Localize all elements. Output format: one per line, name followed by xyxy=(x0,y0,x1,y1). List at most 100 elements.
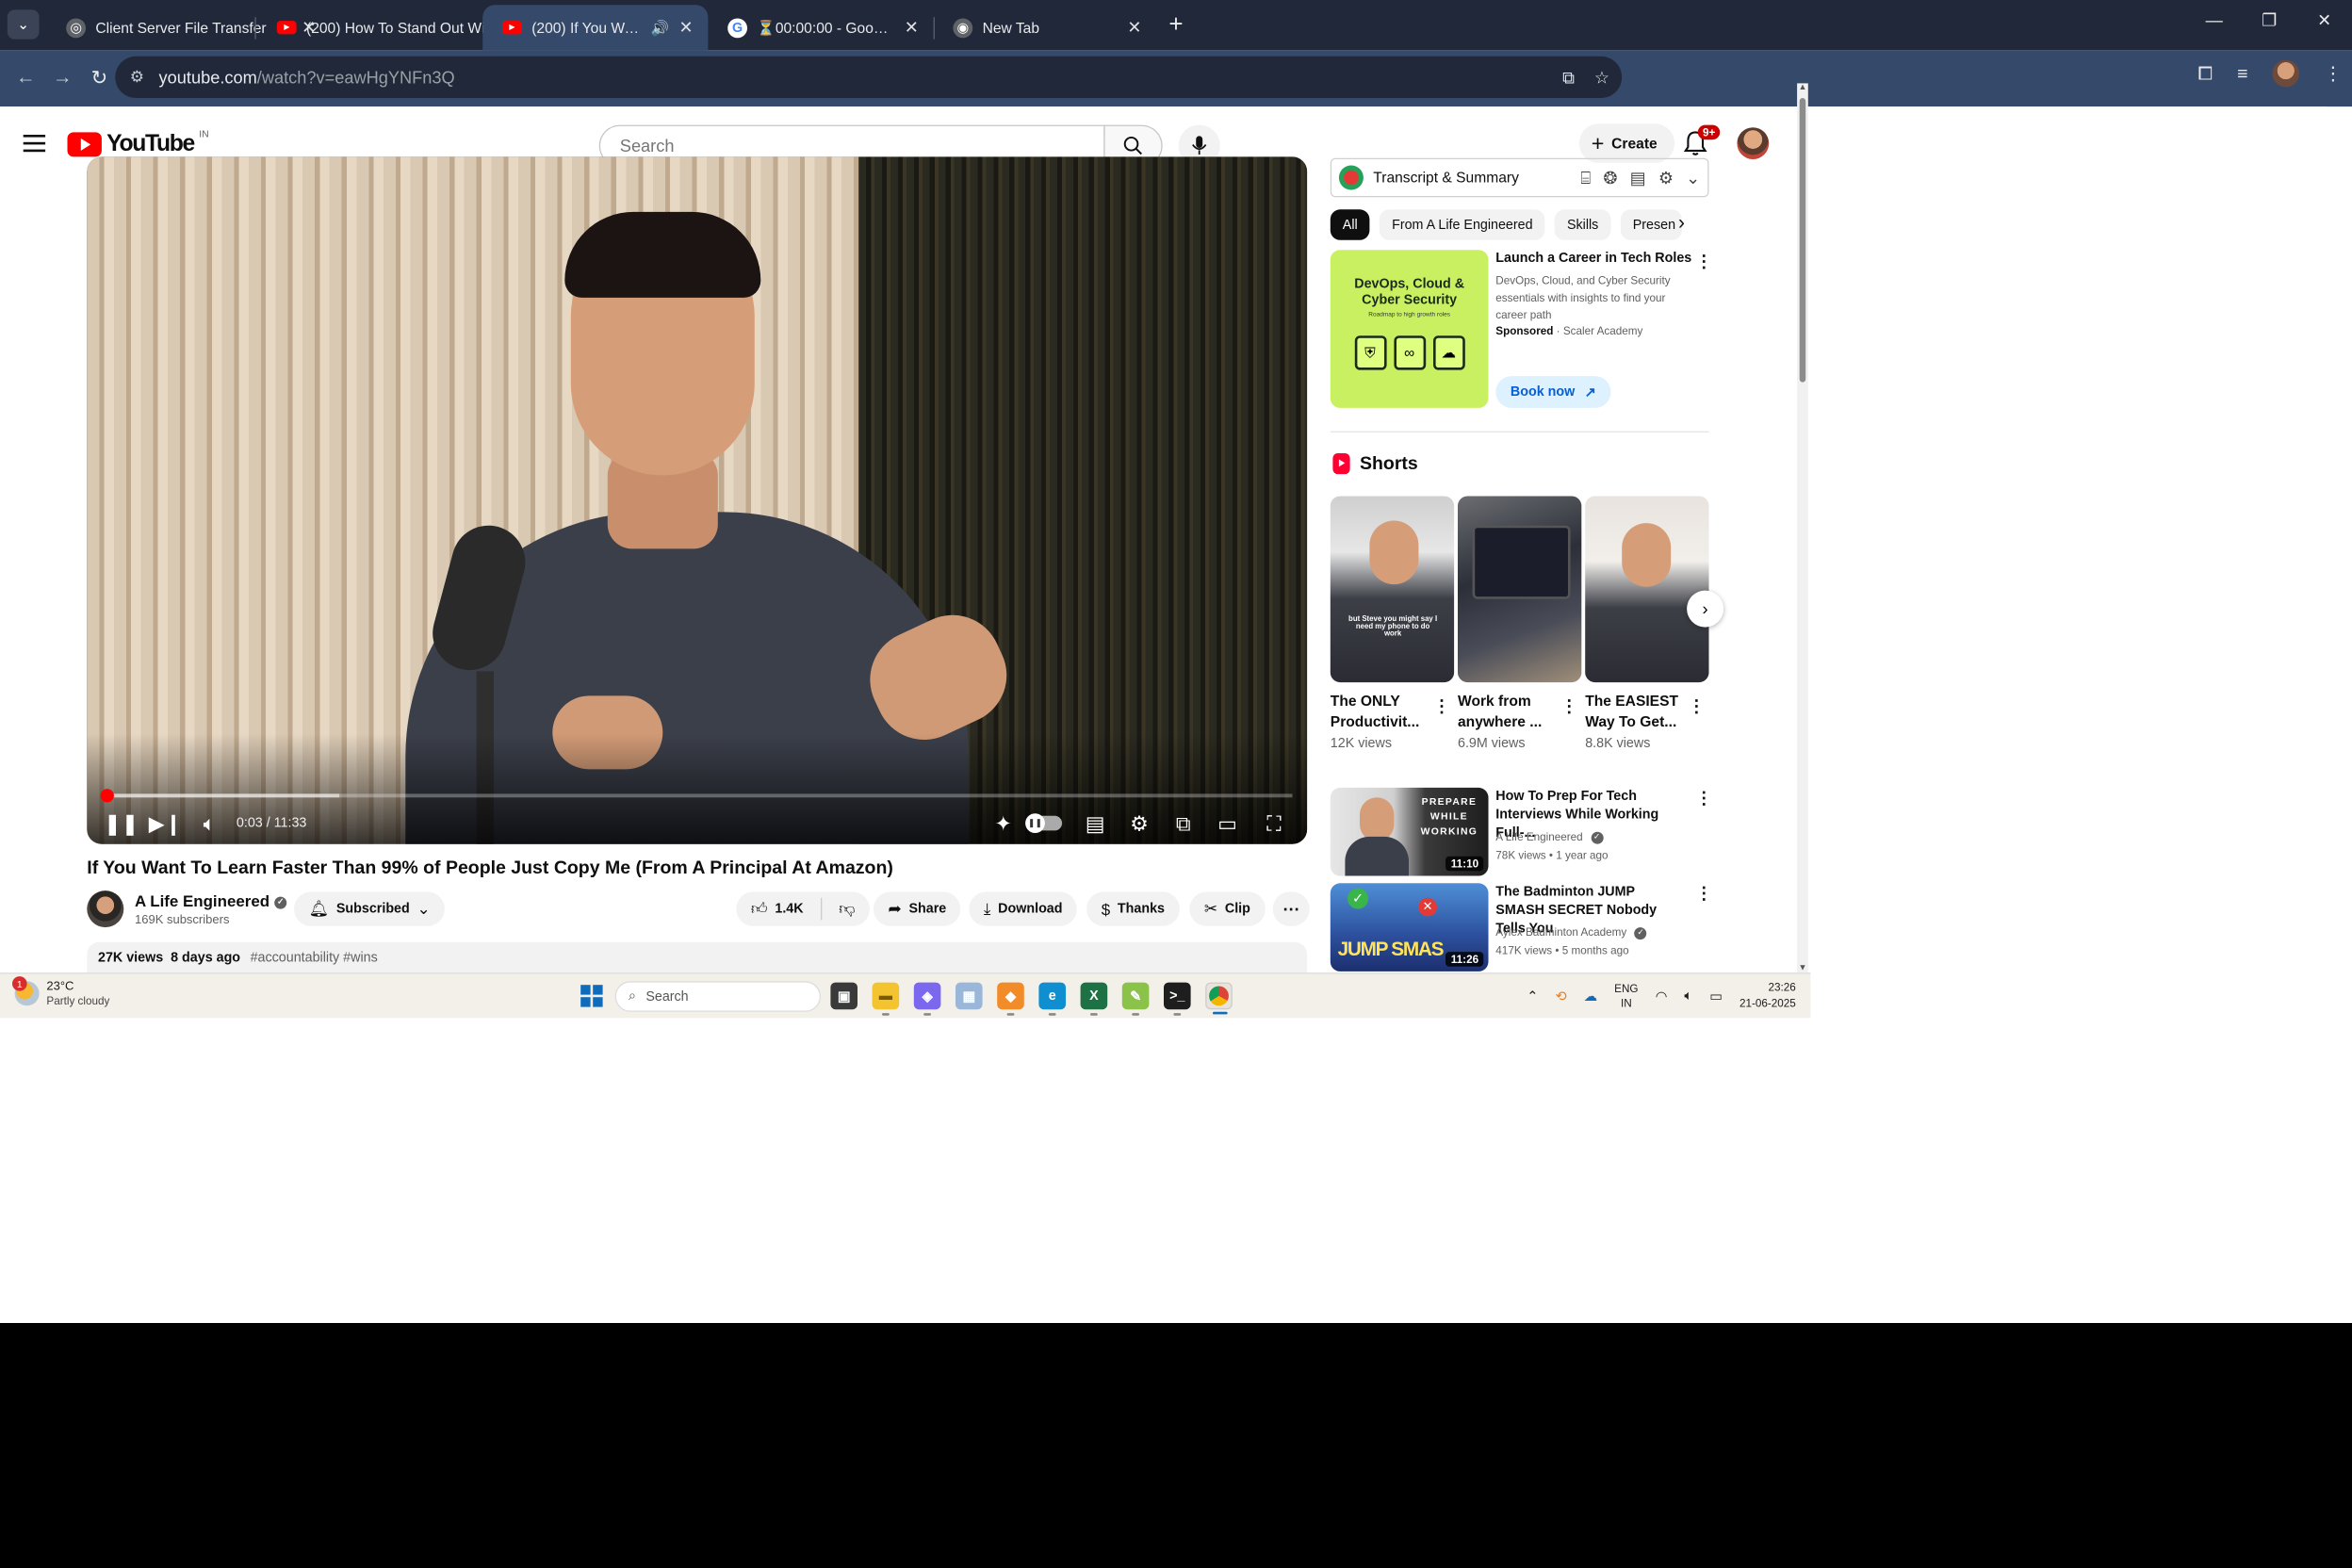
video-thumbnail[interactable]: ✓ ✕ JUMP SMAS 11:26 xyxy=(1330,883,1489,972)
scrubber-handle[interactable] xyxy=(100,789,114,803)
progress-bar[interactable] xyxy=(100,789,1293,803)
thumbs-down-icon[interactable]: 👎︎ xyxy=(839,899,855,919)
chip-from-channel[interactable]: From A Life Engineered xyxy=(1380,209,1545,240)
menu-kebab-icon[interactable]: ⋮ xyxy=(2324,62,2343,85)
short-menu-kebab-icon[interactable]: ⋮ xyxy=(1560,695,1577,716)
chip-presentation[interactable]: Presen xyxy=(1620,209,1682,240)
account-avatar[interactable] xyxy=(1737,127,1770,159)
thumbs-up-icon[interactable]: 👍︎ xyxy=(751,899,768,919)
settings-gear-icon[interactable]: ⚙ xyxy=(1658,167,1674,188)
autoplay-toggle[interactable]: ❚❚ xyxy=(1025,813,1063,833)
task-view-icon[interactable]: ▣ xyxy=(830,982,858,1010)
back-icon[interactable]: ← xyxy=(8,60,44,97)
close-tab-icon[interactable]: ✕ xyxy=(679,17,694,38)
hashtags[interactable]: #accountability #wins xyxy=(251,951,378,966)
tray-app-icon[interactable]: ⟲ xyxy=(1555,988,1566,1004)
page-scrollbar[interactable]: ▲ ▼ xyxy=(1797,83,1808,972)
input-language[interactable]: ENG IN xyxy=(1614,981,1638,1010)
recommendation-channel[interactable]: Aylex Badminton Academy ✓ xyxy=(1495,926,1647,939)
close-tab-icon[interactable]: ✕ xyxy=(905,17,919,38)
reload-icon[interactable]: ↻ xyxy=(81,60,118,97)
recommendation-channel[interactable]: A Life Engineered ✓ xyxy=(1495,830,1604,844)
openai-icon[interactable]: ❂ xyxy=(1603,167,1617,188)
chrome-icon[interactable] xyxy=(1205,982,1233,1015)
forward-icon[interactable]: → xyxy=(44,60,81,97)
excel-icon[interactable]: X xyxy=(1080,982,1108,1016)
tab-google-search[interactable]: G ⏳00:00:00 - Google Search ✕ xyxy=(708,5,933,50)
chevron-right-icon[interactable]: › xyxy=(1678,213,1685,235)
ad-menu-kebab-icon[interactable]: ⋮ xyxy=(1695,252,1712,272)
video-thumbnail[interactable]: PREPARE WHILE WORKING 11:10 xyxy=(1330,787,1489,876)
taskbar-search[interactable]: ⌕ Search xyxy=(614,981,821,1012)
site-info-icon[interactable]: ⚙ xyxy=(130,68,144,88)
ad-title[interactable]: Launch a Career in Tech Roles xyxy=(1495,252,1691,267)
weather-widget[interactable]: 1 23°C Partly cloudy xyxy=(12,976,110,1007)
close-window-icon[interactable]: ✕ xyxy=(2297,0,2352,40)
share-button[interactable]: ➦ Share xyxy=(873,891,961,926)
bookmark-star-icon[interactable]: ☆ xyxy=(1594,67,1609,88)
speaker-icon[interactable]: 🔈︎ xyxy=(1684,988,1692,1004)
channel-name-block[interactable]: A Life Engineered ✓ xyxy=(135,891,287,910)
audio-playing-icon[interactable]: 🔊 xyxy=(651,19,669,36)
channel-avatar[interactable] xyxy=(87,890,124,928)
short-menu-kebab-icon[interactable]: ⋮ xyxy=(1433,695,1450,716)
sublime-app-icon[interactable]: ◆ xyxy=(997,982,1024,1016)
book-now-button[interactable]: Book now ↗ xyxy=(1495,376,1611,408)
youtube-logo[interactable]: YouTube IN xyxy=(67,128,209,158)
tab-youtube-learn-faster[interactable]: ▶ (200) If You Want To Learn F 🔊 ✕ xyxy=(482,5,709,51)
short-title[interactable]: The ONLY Productivit... xyxy=(1331,691,1429,732)
short-thumbnail[interactable]: but Steve you might say I need my phone … xyxy=(1330,496,1455,683)
profile-avatar[interactable] xyxy=(2272,59,2300,88)
theater-mode-icon[interactable]: ▭ xyxy=(1212,809,1244,839)
chevron-down-icon[interactable]: ⌄ xyxy=(1686,167,1700,188)
file-explorer-icon[interactable]: ▬ xyxy=(872,982,900,1016)
minimize-icon[interactable]: — xyxy=(2187,0,2243,40)
scroll-up-arrow-icon[interactable]: ▲ xyxy=(1797,83,1808,91)
clip-button[interactable]: ✂ Clip xyxy=(1189,891,1266,926)
volume-icon[interactable]: 🔈︎ xyxy=(195,809,224,839)
calculator-app-icon[interactable]: ▦ xyxy=(955,982,983,1010)
tab-search-button[interactable]: ⌄ xyxy=(7,9,40,40)
new-tab-button[interactable]: + xyxy=(1159,8,1193,41)
short-thumbnail[interactable] xyxy=(1458,496,1582,683)
tab-new-tab[interactable]: ◉ New Tab ✕ xyxy=(934,5,1157,50)
chevron-right-icon[interactable]: › xyxy=(1687,590,1724,628)
windows-start-icon[interactable] xyxy=(580,985,603,1007)
like-count[interactable]: 1.4K xyxy=(775,902,803,917)
pause-icon[interactable]: ❚❚ xyxy=(104,809,139,839)
recommendation-menu-kebab-icon[interactable]: ⋮ xyxy=(1695,788,1712,808)
chip-skills[interactable]: Skills xyxy=(1554,209,1611,240)
short-title[interactable]: The EASIEST Way To Get... xyxy=(1585,691,1683,732)
short-thumbnail[interactable] xyxy=(1585,496,1709,683)
close-tab-icon[interactable]: ✕ xyxy=(1127,17,1141,38)
install-app-icon[interactable]: ⧉ xyxy=(1562,67,1575,88)
extensions-icon[interactable]: ⧠ xyxy=(2197,63,2213,84)
onedrive-cloud-icon[interactable]: ☁ xyxy=(1584,988,1597,1004)
notifications-button[interactable]: 9+ xyxy=(1683,124,1721,159)
channel-name[interactable]: A Life Engineered xyxy=(135,891,270,910)
battery-icon[interactable]: ▭ xyxy=(1709,988,1723,1004)
guide-menu-icon[interactable] xyxy=(20,131,49,155)
tray-overflow-chevron-icon[interactable]: ⌃ xyxy=(1527,988,1538,1004)
ad-thumbnail[interactable]: DevOps, Cloud & Cyber Security Roadmap t… xyxy=(1330,250,1489,408)
taskbar-clock[interactable]: 23:26 21-06-2025 xyxy=(1740,980,1796,1012)
next-video-icon[interactable]: ▶❙ xyxy=(149,809,183,839)
transcript-extension-bar[interactable]: Transcript & Summary ⌸ ❂ ▤ ⚙ ⌄ xyxy=(1330,157,1709,198)
thanks-button[interactable]: $ Thanks xyxy=(1086,891,1180,926)
create-button[interactable]: + Create xyxy=(1578,123,1674,163)
short-title[interactable]: Work from anywhere ... xyxy=(1458,691,1556,732)
restore-icon[interactable]: ❐ xyxy=(2242,0,2297,40)
recommendation-menu-kebab-icon[interactable]: ⋮ xyxy=(1695,883,1712,904)
wifi-icon[interactable]: ◠ xyxy=(1656,988,1667,1004)
settings-gear-icon[interactable]: ⚙ xyxy=(1123,809,1155,839)
download-button[interactable]: ⤓ Download xyxy=(969,891,1078,926)
fullscreen-icon[interactable]: ⛶ xyxy=(1258,809,1290,839)
address-bar[interactable]: ⚙ youtube.com/watch?v=eawHgYNFn3Q ⧉ ☆ xyxy=(115,56,1623,98)
copilot-icon[interactable]: ◈ xyxy=(913,982,941,1016)
notepad-app-icon[interactable]: ✎ xyxy=(1121,982,1150,1016)
short-menu-kebab-icon[interactable]: ⋮ xyxy=(1688,695,1705,716)
scroll-down-arrow-icon[interactable]: ▼ xyxy=(1797,964,1808,972)
transcript-icon[interactable]: ▤ xyxy=(1630,167,1646,188)
ai-sparkle-icon[interactable]: ✦ xyxy=(988,809,1018,839)
scrollbar-thumb[interactable] xyxy=(1799,98,1806,383)
